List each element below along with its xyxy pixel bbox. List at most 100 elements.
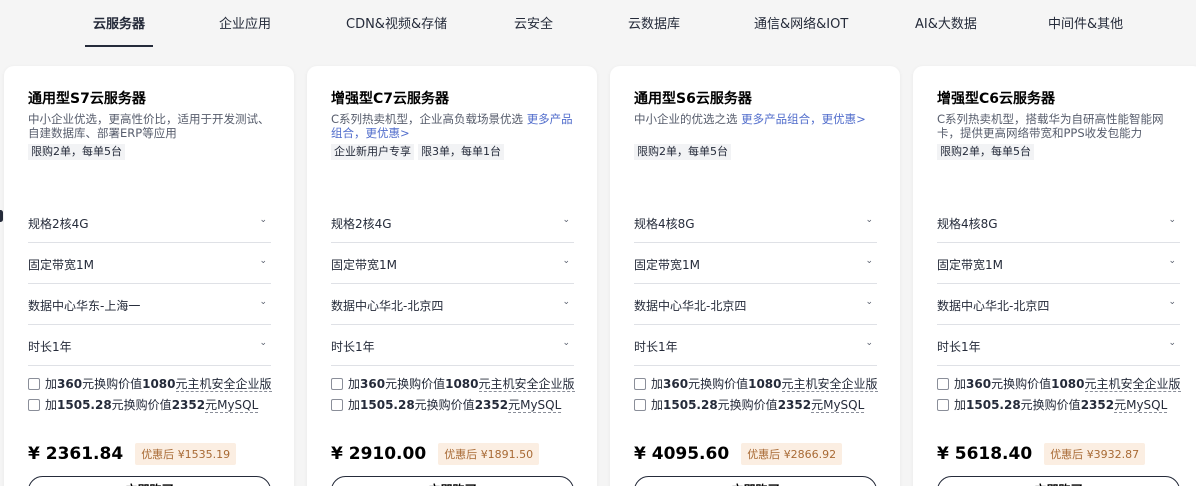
price: ¥ 5618.40 — [937, 444, 1033, 464]
product-description: 中小企业的优选之选 更多产品组合，更优惠> — [634, 112, 877, 140]
addon-options: 加360元换购价值1080元主机安全企业版 加1505.28元换购价值2352元… — [937, 373, 1181, 415]
addon-options: 加360元换购价值1080元主机安全企业版 加1505.28元换购价值2352元… — [331, 373, 575, 415]
category-tabs: 云服务器 企业应用 CDN&视频&存储 云安全 云数据库 通信&网络&IOT A… — [0, 0, 1196, 48]
tab-enterprise-apps[interactable]: 企业应用 — [219, 13, 271, 48]
addon-text: 加360元换购价值1080元主机安全企业版 — [45, 377, 272, 392]
tab-middleware-other[interactable]: 中间件&其他 — [1048, 13, 1123, 48]
price: ¥ 2361.84 — [28, 444, 124, 464]
addon-host-security[interactable]: 加360元换购价值1080元主机安全企业版 — [937, 373, 1181, 394]
addon-checkbox[interactable] — [331, 377, 343, 390]
datacenter-select[interactable]: 数据中心华北-北京四 ⌄ — [937, 284, 1180, 325]
chevron-down-icon: ⌄ — [259, 338, 267, 348]
bandwidth-select[interactable]: 固定带宽1M ⌄ — [634, 243, 877, 284]
product-title: 增强型C6云服务器 — [937, 91, 1056, 107]
price: ¥ 2910.00 — [331, 444, 427, 464]
spec-select[interactable]: 规格4核8G ⌄ — [634, 202, 877, 243]
chevron-down-icon: ⌄ — [562, 297, 570, 307]
addon-checkbox[interactable] — [937, 377, 949, 390]
spec-value: 规格4核8G — [937, 217, 998, 231]
buy-now-button[interactable]: 立即购买 — [937, 476, 1180, 486]
spec-value: 规格2核4G — [331, 217, 392, 231]
config-selects: 规格4核8G ⌄ 固定带宽1M ⌄ 数据中心华北-北京四 ⌄ 时长1年 ⌄ — [937, 202, 1180, 366]
config-selects: 规格2核4G ⌄ 固定带宽1M ⌄ 数据中心华北-北京四 ⌄ 时长1年 ⌄ — [331, 202, 574, 366]
spec-value: 规格4核8G — [634, 217, 695, 231]
chevron-down-icon: ⌄ — [865, 338, 873, 348]
config-selects: 规格4核8G ⌄ 固定带宽1M ⌄ 数据中心华北-北京四 ⌄ 时长1年 ⌄ — [634, 202, 877, 366]
duration-value: 时长1年 — [634, 340, 678, 354]
addon-host-security[interactable]: 加360元换购价值1080元主机安全企业版 — [28, 373, 272, 394]
chevron-down-icon: ⌄ — [562, 338, 570, 348]
datacenter-value: 数据中心华北-北京四 — [937, 299, 1050, 313]
addon-mysql[interactable]: 加1505.28元换购价值2352元MySQL — [937, 394, 1180, 415]
chevron-down-icon: ⌄ — [1168, 338, 1176, 348]
purchase-limit-tags: 企业新用户专享 限3单，每单1台 — [331, 144, 574, 160]
tab-cdn-video-storage[interactable]: CDN&视频&存储 — [346, 13, 447, 48]
addon-text: 加1505.28元换购价值2352元MySQL — [651, 398, 865, 413]
addon-mysql[interactable]: 加1505.28元换购价值2352元MySQL — [634, 394, 877, 415]
datacenter-select[interactable]: 数据中心华北-北京四 ⌄ — [634, 284, 877, 325]
discount-label: 优惠后 — [141, 448, 175, 461]
limit-tag: 限购2单，每单5台 — [28, 144, 125, 160]
datacenter-select[interactable]: 数据中心华北-北京四 ⌄ — [331, 284, 574, 325]
bandwidth-value: 固定带宽1M — [28, 258, 94, 272]
tab-cloud-server[interactable]: 云服务器 — [84, 13, 154, 48]
spec-select[interactable]: 规格2核4G ⌄ — [28, 202, 271, 243]
addon-checkbox[interactable] — [331, 398, 343, 411]
more-combos-link[interactable]: 更多产品组合，更优惠> — [741, 112, 866, 126]
buy-now-button[interactable]: 立即购买 — [28, 476, 271, 486]
tab-comm-network-iot[interactable]: 通信&网络&IOT — [754, 13, 848, 48]
addon-text: 加360元换购价值1080元主机安全企业版 — [348, 377, 575, 392]
datacenter-value: 数据中心华东-上海一 — [28, 299, 141, 313]
duration-select[interactable]: 时长1年 ⌄ — [634, 325, 877, 366]
chevron-down-icon: ⌄ — [1168, 256, 1176, 266]
spec-select[interactable]: 规格4核8G ⌄ — [937, 202, 1180, 243]
discount-label: 优惠后 — [1050, 448, 1084, 461]
chevron-down-icon: ⌄ — [1168, 297, 1176, 307]
tab-cloud-database[interactable]: 云数据库 — [628, 13, 680, 48]
addon-checkbox[interactable] — [634, 398, 646, 411]
description-text: C系列热卖机型，搭载华为自研高性能智能网卡，提供更高网络带宽和PPS收发包能力 — [937, 112, 1164, 140]
addon-text: 加360元换购价值1080元主机安全企业版 — [954, 377, 1181, 392]
addon-checkbox[interactable] — [937, 398, 949, 411]
description-text: 中小企业的优选之选 — [634, 112, 742, 126]
duration-select[interactable]: 时长1年 ⌄ — [937, 325, 1180, 366]
bandwidth-select[interactable]: 固定带宽1M ⌄ — [937, 243, 1180, 284]
product-description: 中小企业优选，更高性价比，适用于开发测试、自建数据库、部署ERP等应用 — [28, 112, 271, 140]
product-title: 通用型S7云服务器 — [28, 91, 146, 107]
tab-ai-bigdata[interactable]: AI&大数据 — [915, 13, 977, 48]
addon-host-security[interactable]: 加360元换购价值1080元主机安全企业版 — [634, 373, 878, 394]
datacenter-select[interactable]: 数据中心华东-上海一 ⌄ — [28, 284, 271, 325]
bandwidth-value: 固定带宽1M — [331, 258, 397, 272]
addon-checkbox[interactable] — [28, 398, 40, 411]
pricing: ¥ 4095.60 优惠后 ¥2866.92 — [634, 442, 843, 466]
bandwidth-select[interactable]: 固定带宽1M ⌄ — [331, 243, 574, 284]
chevron-down-icon: ⌄ — [562, 256, 570, 266]
addon-host-security[interactable]: 加360元换购价值1080元主机安全企业版 — [331, 373, 575, 394]
bandwidth-select[interactable]: 固定带宽1M ⌄ — [28, 243, 271, 284]
spec-select[interactable]: 规格2核4G ⌄ — [331, 202, 574, 243]
product-description: C系列热卖机型，搭载华为自研高性能智能网卡，提供更高网络带宽和PPS收发包能力 — [937, 112, 1180, 140]
spec-value: 规格2核4G — [28, 217, 89, 231]
discount-price: ¥2866.92 — [783, 448, 837, 461]
scroll-handle[interactable] — [0, 210, 3, 222]
purchase-limit-tags: 限购2单，每单5台 — [28, 144, 271, 160]
addon-mysql[interactable]: 加1505.28元换购价值2352元MySQL — [331, 394, 574, 415]
duration-select[interactable]: 时长1年 ⌄ — [331, 325, 574, 366]
chevron-down-icon: ⌄ — [865, 215, 873, 225]
buy-now-button[interactable]: 立即购买 — [331, 476, 574, 486]
discount-price: ¥3932.87 — [1086, 448, 1140, 461]
duration-select[interactable]: 时长1年 ⌄ — [28, 325, 271, 366]
discount-price: ¥1891.50 — [480, 448, 534, 461]
buy-now-button[interactable]: 立即购买 — [634, 476, 877, 486]
addon-checkbox[interactable] — [634, 377, 646, 390]
duration-value: 时长1年 — [28, 340, 72, 354]
addon-text: 加360元换购价值1080元主机安全企业版 — [651, 377, 878, 392]
addon-options: 加360元换购价值1080元主机安全企业版 加1505.28元换购价值2352元… — [634, 373, 878, 415]
tab-cloud-security[interactable]: 云安全 — [514, 13, 553, 48]
chevron-down-icon: ⌄ — [259, 215, 267, 225]
product-card: 通用型S7云服务器 中小企业优选，更高性价比，适用于开发测试、自建数据库、部署E… — [4, 66, 294, 486]
discount-badge: 优惠后 ¥2866.92 — [741, 443, 843, 465]
addon-mysql[interactable]: 加1505.28元换购价值2352元MySQL — [28, 394, 271, 415]
addon-checkbox[interactable] — [28, 377, 40, 390]
product-card: 通用型S6云服务器 中小企业的优选之选 更多产品组合，更优惠> 限购2单，每单5… — [610, 66, 900, 486]
